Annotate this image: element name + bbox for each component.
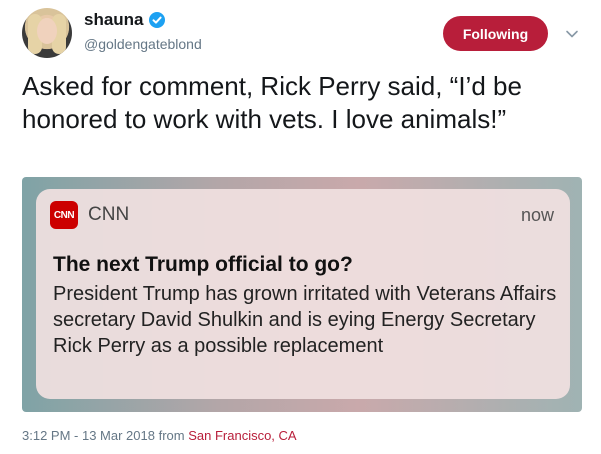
avatar[interactable] (22, 8, 72, 58)
user-handle[interactable]: @goldengateblond (84, 36, 202, 52)
display-name[interactable]: shauna (84, 10, 144, 30)
chevron-down-icon[interactable] (565, 27, 579, 41)
push-notification: CNN CNN now The next Trump official to g… (36, 189, 570, 399)
author-name-row[interactable]: shauna (84, 10, 165, 30)
tweet: shauna @goldengateblond Following Asked … (0, 0, 601, 454)
tweet-timestamp[interactable]: 3:12 PM - 13 Mar 2018 (22, 428, 155, 443)
verified-badge-icon (148, 12, 165, 28)
tweet-location[interactable]: San Francisco, CA (188, 428, 296, 443)
tweet-text: Asked for comment, Rick Perry said, “I’d… (22, 71, 522, 134)
notification-title: The next Trump official to go? (53, 253, 353, 276)
from-label: from (158, 428, 185, 443)
cnn-app-icon: CNN (50, 201, 78, 229)
following-button[interactable]: Following (443, 16, 548, 51)
notification-time: now (520, 205, 554, 225)
notification-app-name: CNN (88, 204, 130, 225)
tweet-media[interactable]: CNN CNN now The next Trump official to g… (22, 177, 582, 412)
tweet-meta: 3:12 PM - 13 Mar 2018 from San Francisco… (22, 428, 297, 443)
notification-body: President Trump has grown irritated with… (53, 283, 557, 357)
